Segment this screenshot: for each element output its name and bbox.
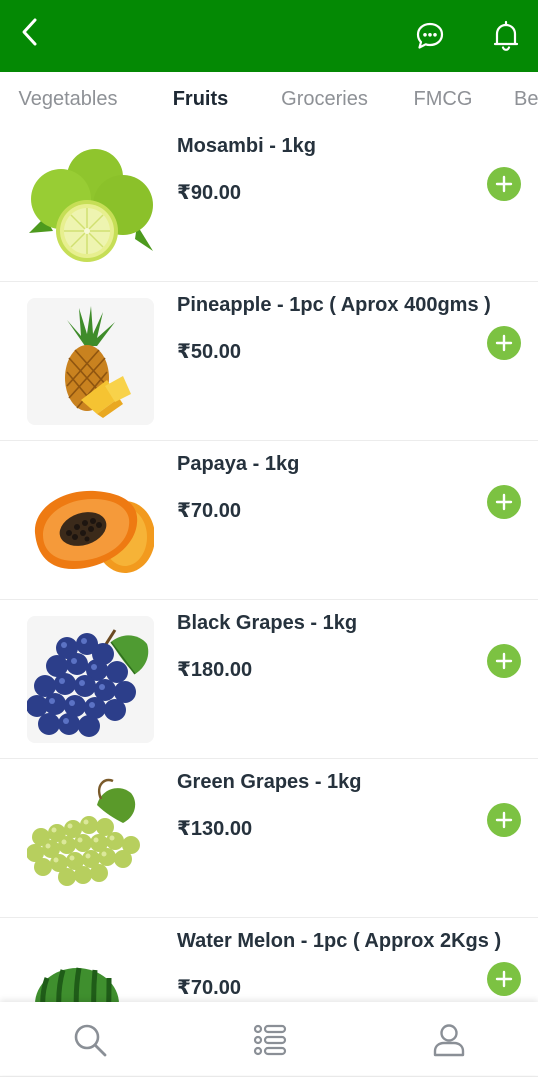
plus-icon (495, 493, 513, 511)
tab-fmcg[interactable]: FMCG (404, 72, 482, 126)
product-name: Green Grapes - 1kg (177, 771, 362, 793)
add-to-cart-button[interactable] (487, 644, 521, 678)
product-name: Mosambi - 1kg (177, 135, 316, 157)
plus-icon (495, 811, 513, 829)
plus-icon (495, 970, 513, 988)
tab-vegetables[interactable]: Vegetables (8, 72, 128, 126)
tab-partial[interactable]: Be (514, 72, 538, 126)
product-price: ₹130.00 (177, 818, 253, 840)
product-price: ₹50.00 (177, 341, 241, 363)
product-price: ₹90.00 (177, 182, 241, 204)
mosambi-image (27, 139, 154, 266)
product-price: ₹180.00 (177, 659, 253, 681)
add-to-cart-button[interactable] (487, 167, 521, 201)
app-header (0, 0, 538, 72)
nav-profile-button[interactable] (427, 1018, 471, 1062)
add-to-cart-button[interactable] (487, 485, 521, 519)
user-icon (433, 1024, 465, 1057)
black-grapes-image (27, 616, 154, 743)
add-to-cart-button[interactable] (487, 962, 521, 996)
chevron-left-icon (22, 18, 37, 46)
tab-groceries[interactable]: Groceries (272, 72, 377, 126)
plus-icon (495, 652, 513, 670)
product-card[interactable]: Pineapple - 1pc ( Aprox 400gms ) ₹50.00 (0, 282, 538, 441)
product-name: Papaya - 1kg (177, 453, 300, 475)
list-icon (253, 1024, 287, 1056)
chat-bubble-icon (416, 22, 444, 49)
plus-icon (495, 334, 513, 352)
papaya-image (27, 457, 154, 584)
search-icon (74, 1024, 107, 1057)
bottom-navigation (0, 1002, 538, 1075)
plus-icon (495, 175, 513, 193)
back-button[interactable] (12, 14, 48, 50)
tab-fruits[interactable]: Fruits (143, 72, 258, 126)
product-price: ₹70.00 (177, 500, 241, 522)
add-to-cart-button[interactable] (487, 326, 521, 360)
product-card[interactable]: Black Grapes - 1kg ₹180.00 (0, 600, 538, 759)
chat-button[interactable] (412, 18, 448, 54)
product-card[interactable]: Mosambi - 1kg ₹90.00 (0, 123, 538, 282)
nav-categories-button[interactable] (248, 1018, 292, 1062)
product-card[interactable]: Papaya - 1kg ₹70.00 (0, 441, 538, 600)
bell-icon (493, 20, 519, 51)
product-price: ₹70.00 (177, 977, 241, 999)
pineapple-image (27, 298, 154, 425)
product-name: Water Melon - 1pc ( Approx 2Kgs ) (177, 930, 502, 952)
notifications-button[interactable] (488, 18, 524, 54)
category-tabs: Vegetables Fruits Groceries FMCG Be (0, 72, 538, 128)
add-to-cart-button[interactable] (487, 803, 521, 837)
nav-search-button[interactable] (68, 1018, 112, 1062)
product-name: Pineapple - 1pc ( Aprox 400gms ) (177, 294, 491, 316)
product-name: Black Grapes - 1kg (177, 612, 358, 634)
green-grapes-image (27, 775, 154, 902)
product-card[interactable]: Green Grapes - 1kg ₹130.00 (0, 759, 538, 918)
